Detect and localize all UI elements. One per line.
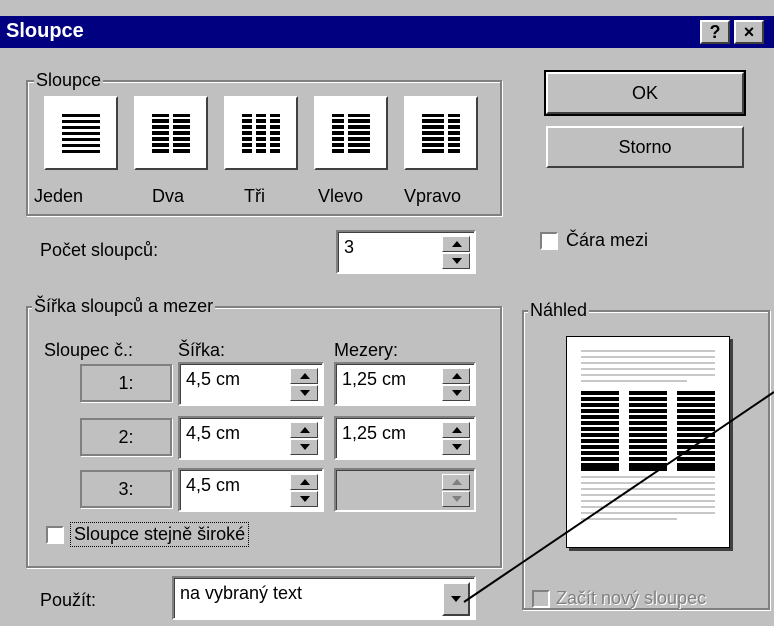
- annotation-line: [463, 391, 774, 603]
- columns-dialog: Sloupce ? × Sloupce Jeden Dva Tři Vlevo …: [0, 0, 774, 626]
